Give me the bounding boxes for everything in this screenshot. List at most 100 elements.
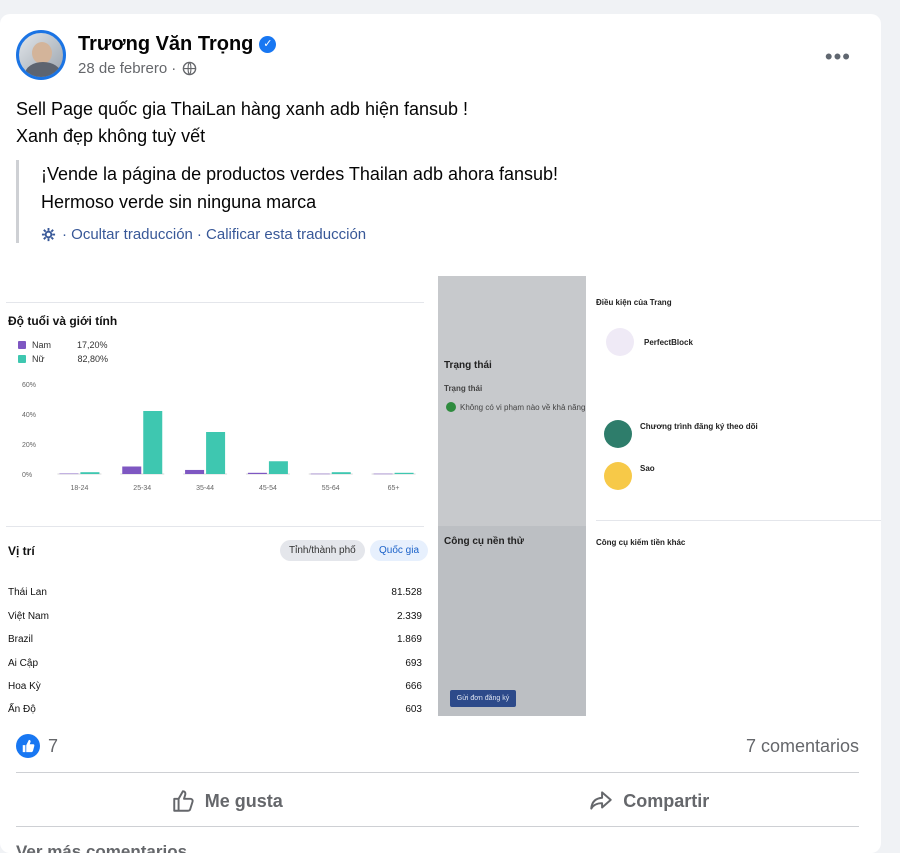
status-text: Không có vi phạm nào về khả năng: [460, 403, 586, 412]
author-name[interactable]: Trương Văn Trọng: [78, 33, 253, 56]
x-tick-label: 65+: [388, 485, 400, 492]
gear-icon[interactable]: [41, 227, 56, 242]
conditions-screenshot[interactable]: Điều kiện của Trang PerfectBlock Chương …: [590, 276, 881, 716]
share-icon: [590, 791, 612, 810]
bar-nam-55-64: [310, 473, 330, 475]
tab-country[interactable]: Quốc gia: [370, 540, 429, 561]
bar-nam-18-24: [59, 473, 79, 475]
location-name: Ấn Độ: [8, 704, 36, 715]
post-stats: 7 7 comentarios: [16, 732, 859, 760]
post-date[interactable]: 28 de febrero: [78, 60, 167, 77]
shield-icon: [604, 420, 632, 448]
product-name: PerfectBlock: [644, 338, 693, 347]
location-name: Ai Cập: [8, 658, 39, 669]
bar-nữ-55-64: [331, 472, 351, 474]
author-row: Trương Văn Trọng ✓: [78, 33, 277, 56]
location-value: 666: [405, 681, 422, 692]
author-avatar[interactable]: [16, 30, 66, 80]
divider: [16, 772, 859, 773]
post-text-line: Xanh đẹp không tuỳ vết: [16, 126, 206, 146]
action-bar: Me gusta Compartir: [16, 776, 859, 826]
x-tick-label: 18-24: [70, 485, 88, 492]
location-value: 603: [405, 704, 422, 715]
legend-swatch-nam: [18, 341, 26, 349]
bar-nữ-45-54: [268, 461, 288, 474]
post-meta: Trương Văn Trọng ✓ 28 de febrero ·: [78, 33, 277, 77]
location-row: Việt Nam 2.339: [8, 611, 422, 622]
location-row: Thái Lan 81.528: [8, 587, 422, 598]
location-name: Thái Lan: [8, 587, 47, 598]
legend-swatch-nu: [18, 355, 26, 363]
tools-section-title: Công cụ nền thử: [444, 536, 525, 547]
comments-count[interactable]: 7 comentarios: [746, 736, 859, 757]
other-tools-title: Công cụ kiếm tiền khác: [596, 538, 686, 547]
age-gender-title: Độ tuổi và giới tính: [8, 314, 118, 328]
location-row: Hoa Kỳ 666: [8, 681, 422, 692]
avatar-face: [32, 42, 52, 64]
share-label: Compartir: [623, 790, 710, 811]
x-tick-label: 45-54: [259, 485, 277, 492]
bar-nam-45-54: [247, 472, 267, 474]
status-screenshot[interactable]: Trạng thái Trạng thái Không có vi phạm n…: [438, 276, 586, 716]
location-value: 693: [405, 658, 422, 669]
bar-nữ-65+: [394, 472, 414, 474]
globe-icon[interactable]: [182, 61, 197, 76]
y-tick-label: 60%: [22, 382, 36, 389]
location-value: 1.869: [396, 634, 422, 645]
rate-translation-link[interactable]: · Calificar esta traducción: [197, 226, 366, 243]
location-value: 2.339: [396, 611, 422, 622]
conditions-title: Điều kiện của Trang: [596, 298, 672, 307]
verified-badge-icon: ✓: [259, 36, 277, 53]
legend-label: Nam: [32, 340, 52, 350]
post-photos[interactable]: Độ tuổi và giới tính Nam 17,20% Nữ 82,80% …: [0, 276, 881, 716]
y-tick-label: 0%: [22, 472, 32, 479]
x-tick-label: 55-64: [322, 485, 340, 492]
legend-item: Nữ 82,80%: [18, 352, 108, 366]
status-check-icon: [446, 402, 456, 412]
like-button[interactable]: Me gusta: [16, 776, 438, 826]
legend-pct: 82,80%: [77, 354, 109, 364]
x-tick-label: 35-44: [196, 485, 214, 492]
location-row: Ấn Độ 603: [8, 704, 422, 715]
like-reaction-icon: [16, 734, 40, 758]
status-label: Trạng thái: [444, 384, 483, 393]
divider: [6, 526, 424, 527]
bar-nam-25-34: [122, 466, 142, 474]
hide-translation-link[interactable]: · Ocultar traducción: [62, 226, 193, 243]
reactions-summary[interactable]: 7: [16, 734, 58, 758]
translation-links: · Ocultar traducción · Calificar esta tr…: [41, 226, 616, 243]
translation-line: ¡Vende la página de productos verdes Tha…: [41, 164, 559, 184]
share-button[interactable]: Compartir: [438, 776, 860, 826]
submit-application-button[interactable]: Gửi đơn đăng ký: [450, 690, 516, 707]
post-time-row: 28 de febrero ·: [78, 60, 276, 77]
translation-line: Hermoso verde sin ninguna marca: [41, 192, 317, 212]
like-count: 7: [48, 735, 59, 756]
y-tick-label: 40%: [22, 412, 36, 419]
location-value: 81.528: [391, 587, 422, 598]
location-name: Việt Nam: [8, 611, 49, 622]
legend-item: Nam 17,20%: [18, 338, 108, 352]
meta-separator: ·: [171, 60, 177, 77]
program-title: Chương trình đăng ký theo dõi: [640, 422, 758, 431]
bar-nam-65+: [373, 473, 393, 475]
divider: [16, 826, 859, 827]
age-gender-chart: 60% 40% 20% 0% 18-24 25-34 35-44 45-54 55-64 65+: [22, 382, 416, 492]
translation-block: ¡Vende la página de productos verdes Tha…: [16, 160, 616, 243]
post-body: Sell Page quốc gia ThaiLan hàng xanh adb…: [16, 96, 468, 150]
like-label: Me gusta: [204, 790, 283, 811]
bar-nữ-35-44: [206, 432, 226, 474]
thumbs-up-icon: [173, 790, 194, 812]
more-options-icon[interactable]: •••: [825, 44, 851, 70]
y-tick-label: 20%: [22, 442, 36, 449]
divider: [6, 302, 424, 303]
location-name: Brazil: [8, 634, 34, 645]
perfectblock-logo-icon: [606, 328, 634, 356]
bar-nam-35-44: [185, 469, 205, 474]
avatar-body: [25, 62, 61, 77]
location-row: Brazil 1.869: [8, 634, 422, 645]
insights-screenshot[interactable]: Độ tuổi và giới tính Nam 17,20% Nữ 82,80% …: [0, 276, 430, 716]
star-icon: [604, 462, 632, 490]
location-title: Vị trí: [8, 544, 35, 558]
tab-province[interactable]: Tỉnh/thành phố: [280, 540, 365, 561]
more-comments-link[interactable]: Ver más comentarios: [16, 842, 187, 853]
